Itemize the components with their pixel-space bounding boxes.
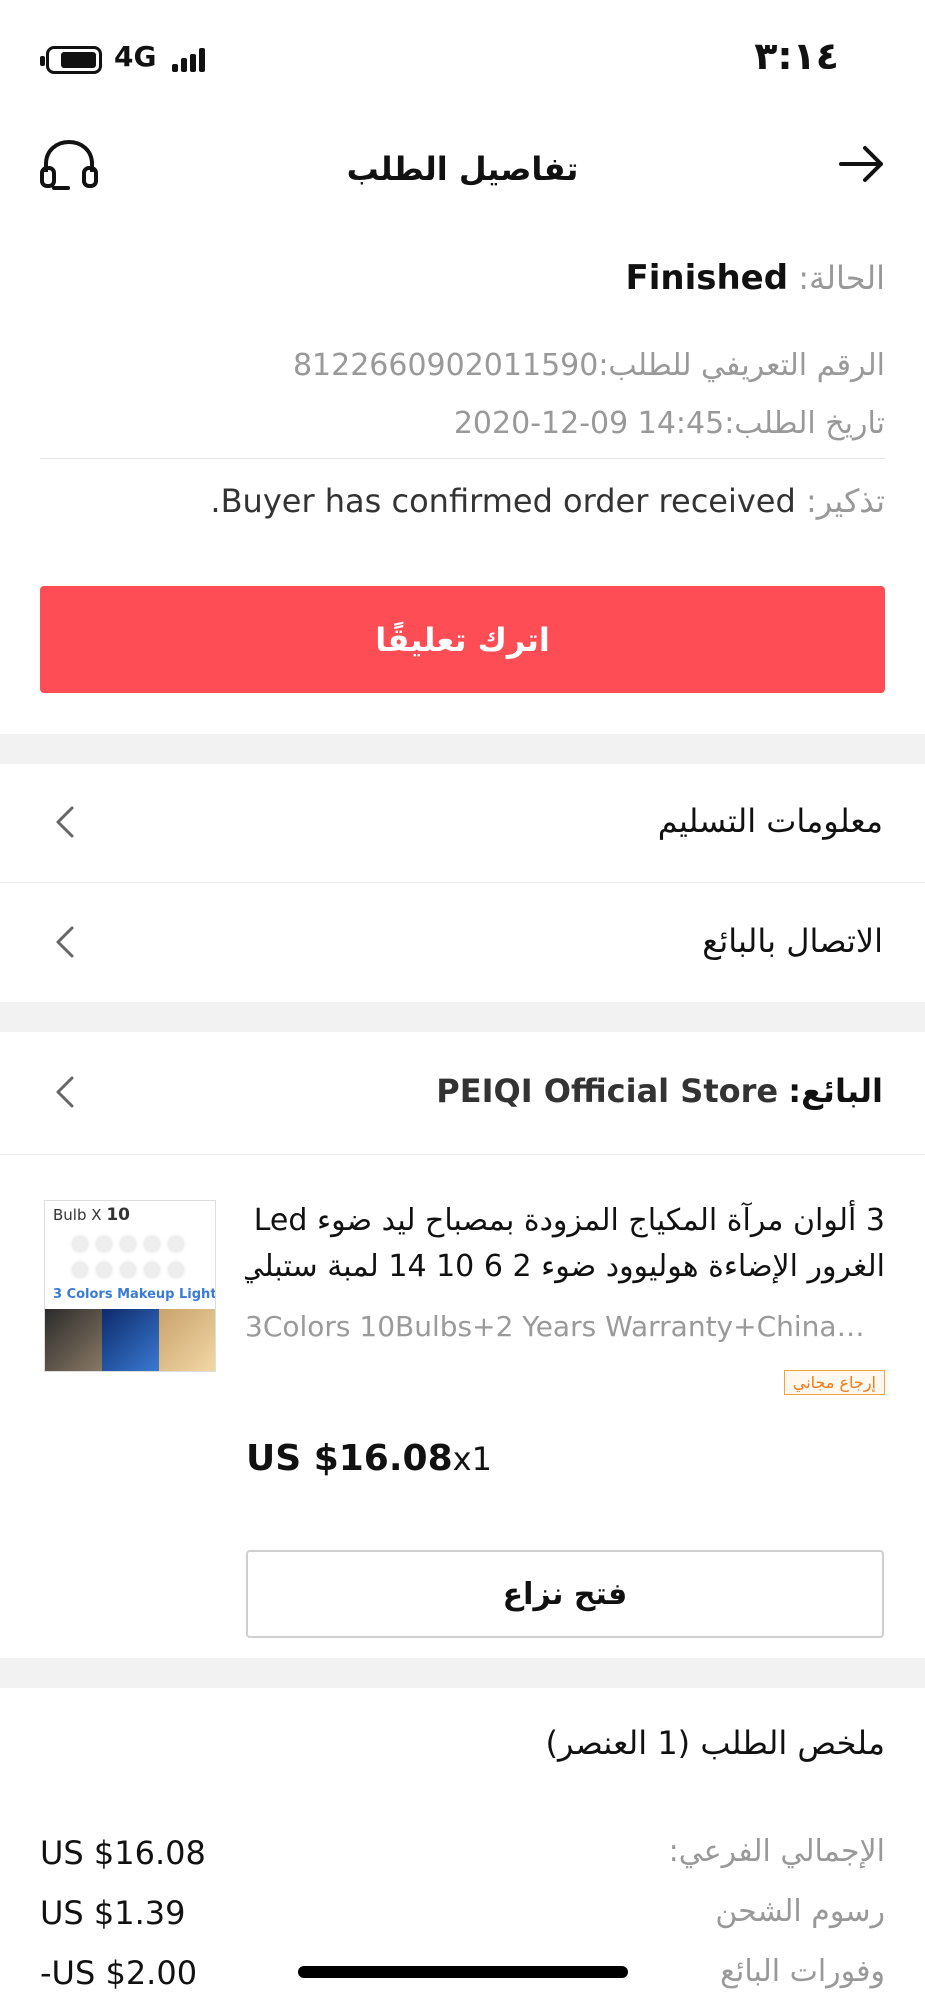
product-sku: 3Colors 10Bulbs+2 Years Warranty+China+P… [245,1310,885,1343]
quantity: x1 [452,1440,492,1478]
open-dispute-button[interactable]: فتح نزاع [246,1550,884,1638]
seller-info: البائع: PEIQI Official Store [436,1072,883,1110]
divider [40,458,885,459]
delivery-info-row[interactable]: معلومات التسليم [0,764,925,882]
divider [0,882,925,883]
product-image-colors-label: 3 Colors Makeup Light [53,1287,216,1302]
order-id-value: 8122660902011590 [292,348,599,383]
section-gap [0,734,925,764]
free-return-badge: إرجاع مجاني [783,1370,885,1395]
product-title-line-1: 3 ألوان مرآة المكياج المزودة بمصباح ليد … [253,1203,885,1238]
seller-label: البائع: [788,1072,883,1110]
contact-seller-row[interactable]: الاتصال بالبائع [0,884,925,1002]
status-value: Finished [625,258,789,298]
chevron-left-icon [56,1076,74,1108]
header: تفاصيل الطلب [0,110,925,220]
product-price: US $16.08x1 [246,1438,492,1479]
clock: ٣:١٤ [754,34,839,78]
order-date-label: تاريخ الطلب: [724,406,885,441]
product-title-line-2: الغرور الإضاءة هوليوود ضوء 2 6 10 14 لمب… [245,1249,885,1284]
chevron-left-icon [56,926,74,958]
signal-icon [172,48,212,72]
subtotal-label: الإجمالي الفرعي: [668,1834,885,1869]
order-summary-title: ملخص الطلب (1 العنصر) [545,1724,885,1762]
product-image-bulb-count: Bulb X 10 [53,1205,130,1225]
contact-seller-label: الاتصال بالبائع [702,922,883,960]
order-details-screen: 4G ٣:١٤ تفاصيل الطلب الحالة: Finished ال… [0,0,925,2000]
section-gap [0,1658,925,1688]
subtotal-value: US $16.08 [40,1834,206,1872]
status-bar: 4G ٣:١٤ [0,0,925,100]
order-id: الرقم التعريفي للطلب:8122660902011590 [293,348,885,383]
seller-row[interactable]: البائع: PEIQI Official Store [0,1034,925,1152]
home-indicator[interactable] [298,1966,628,1978]
shipping-label: رسوم الشحن [715,1894,885,1929]
seller-discount-label: وفورات البائع [720,1954,885,1989]
subtotal-row: الإجمالي الفرعي: US $16.08 [40,1834,885,1884]
reminder-value: Buyer has confirmed order received. [210,482,796,520]
price-value: US $16.08 [246,1438,453,1479]
order-reminder: تذكير: Buyer has confirmed order receive… [210,482,885,520]
back-arrow-icon[interactable] [835,138,887,190]
page-title: تفاصيل الطلب [346,150,579,188]
reminder-label: تذكير: [805,482,885,520]
product-title[interactable]: 3 ألوان مرآة المكياج المزودة بمصباح ليد … [245,1198,885,1290]
seller-discount-value: -US $2.00 [40,1954,198,1992]
delivery-info-label: معلومات التسليم [657,802,883,840]
leave-feedback-button[interactable]: اترك تعليقًا [40,586,885,693]
chevron-left-icon [56,806,74,838]
shipping-value: US $1.39 [40,1894,186,1932]
seller-name: PEIQI Official Store [436,1072,779,1110]
divider [0,1154,925,1155]
order-id-label: الرقم التعريفي للطلب: [598,348,885,383]
shipping-row: رسوم الشحن US $1.39 [40,1894,885,1944]
network-type: 4G [114,40,157,73]
status-label: الحالة: [798,259,885,297]
order-date: تاريخ الطلب:2020-12-09 14:45 [454,406,885,441]
battery-icon [40,46,102,74]
product-image[interactable]: Bulb X 10 3 Colors Makeup Light [44,1200,216,1372]
section-gap [0,1002,925,1032]
order-date-value: 2020-12-09 14:45 [453,406,725,441]
order-status: الحالة: Finished [626,258,886,298]
